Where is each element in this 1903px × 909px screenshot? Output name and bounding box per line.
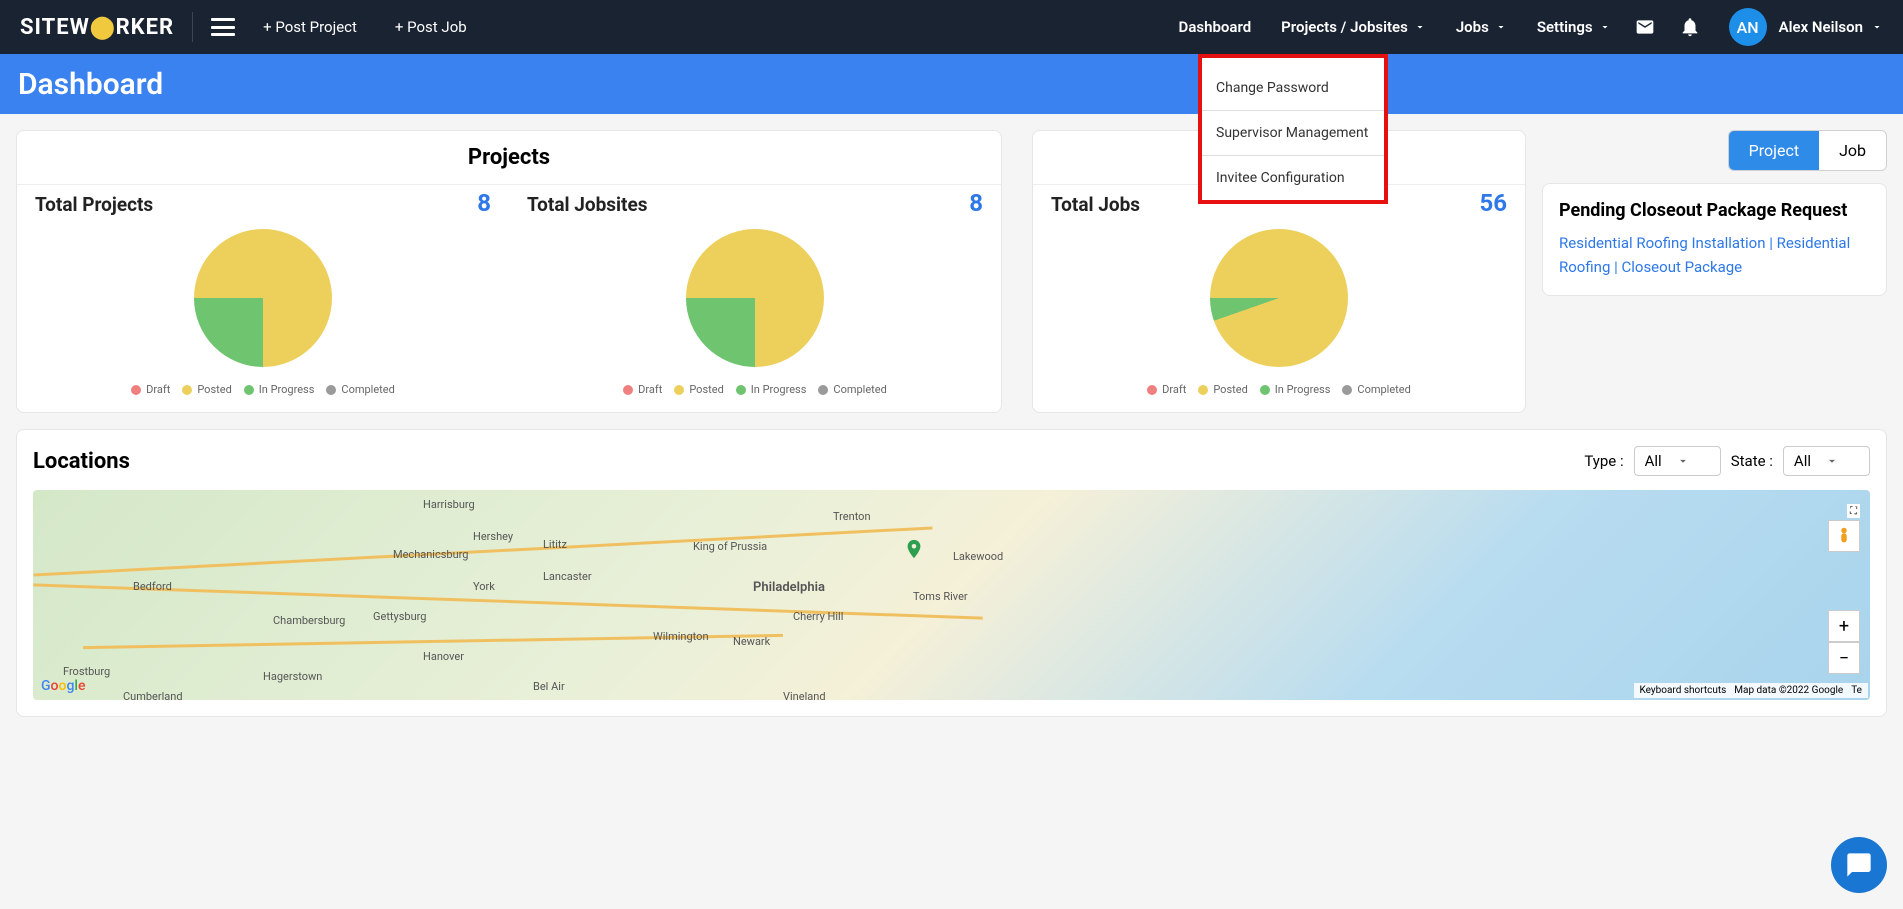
total-projects-panel: Total Projects 8 Draft Posted In Progres… — [17, 185, 509, 412]
fullscreen-icon[interactable]: ⛶ — [1847, 504, 1860, 518]
locations-title: Locations — [33, 449, 130, 474]
total-jobsites-count: 8 — [969, 189, 983, 217]
map-attribution: Keyboard shortcuts Map data ©2022 Google… — [1634, 683, 1868, 698]
main-content: Projects Total Projects 8 Draft Posted I… — [0, 114, 1903, 429]
map[interactable]: Harrisburg Hershey Lititz Lancaster York… — [33, 490, 1870, 700]
state-select[interactable]: All — [1783, 446, 1870, 476]
total-jobsites-panel: Total Jobsites 8 Draft Posted In Progres… — [509, 185, 1001, 412]
total-projects-count: 8 — [477, 189, 491, 217]
pending-request-link[interactable]: Residential Roofing Installation | Resid… — [1559, 231, 1870, 279]
settings-supervisor-management[interactable]: Supervisor Management — [1202, 110, 1384, 155]
post-project-link[interactable]: + Post Project — [263, 18, 357, 36]
menu-icon[interactable] — [211, 18, 235, 36]
legend-inprogress: In Progress — [244, 383, 315, 396]
google-logo: Google — [41, 678, 85, 694]
total-jobsites-label: Total Jobsites — [527, 193, 648, 216]
legend: Draft Posted In Progress Completed — [527, 383, 983, 396]
pending-title: Pending Closeout Package Request — [1559, 200, 1870, 221]
total-jobs-label: Total Jobs — [1051, 193, 1140, 216]
jobs-pie-chart — [1208, 227, 1350, 369]
legend-draft: Draft — [623, 383, 662, 396]
settings-invitee-configuration[interactable]: Invitee Configuration — [1202, 155, 1384, 200]
bell-icon[interactable] — [1679, 15, 1701, 39]
pending-closeout-box: Pending Closeout Package Request Residen… — [1542, 183, 1887, 296]
legend-inprogress: In Progress — [1260, 383, 1331, 396]
type-label: Type : — [1584, 452, 1623, 470]
user-menu[interactable]: Alex Neilson — [1779, 18, 1883, 36]
chat-button[interactable] — [1831, 837, 1887, 893]
nav-projects-jobsites[interactable]: Projects / Jobsites — [1281, 18, 1426, 36]
map-marker-icon[interactable] — [903, 535, 925, 563]
zoom-out-button[interactable]: − — [1828, 642, 1860, 674]
locations-card: Locations Type : All State : All Harrisb… — [16, 429, 1887, 717]
toggle-job[interactable]: Job — [1819, 131, 1886, 170]
top-nav: SITEW⬤RKER + Post Project + Post Job Das… — [0, 0, 1903, 54]
right-panel: Project Job Pending Closeout Package Req… — [1542, 130, 1887, 413]
legend: Draft Posted In Progress Completed — [35, 383, 491, 396]
post-job-link[interactable]: + Post Job — [395, 18, 467, 36]
keyboard-shortcuts-link[interactable]: Keyboard shortcuts — [1640, 685, 1727, 696]
legend-completed: Completed — [326, 383, 394, 396]
zoom-in-button[interactable]: + — [1828, 610, 1860, 642]
projects-header: Projects — [17, 131, 1001, 185]
legend-posted: Posted — [182, 383, 231, 396]
nav-settings[interactable]: Settings — [1537, 18, 1611, 36]
chevron-down-icon — [1414, 21, 1426, 33]
settings-change-password[interactable]: Change Password — [1202, 58, 1384, 110]
legend-completed: Completed — [1342, 383, 1410, 396]
chevron-down-icon — [1825, 454, 1839, 468]
total-jobs-panel: Total Jobs 56 Draft Posted In Progress C… — [1033, 185, 1525, 412]
brand-logo[interactable]: SITEW⬤RKER — [20, 15, 174, 40]
nav-jobs[interactable]: Jobs — [1456, 18, 1507, 36]
page-header: Dashboard — [0, 54, 1903, 114]
projects-pie-chart — [192, 227, 334, 369]
state-label: State : — [1731, 452, 1773, 470]
project-job-toggle: Project Job — [1728, 130, 1887, 171]
divider — [192, 12, 193, 42]
mail-icon[interactable] — [1633, 17, 1657, 37]
page-title: Dashboard — [18, 67, 163, 102]
terms-link[interactable]: Te — [1851, 685, 1862, 696]
streetview-icon[interactable] — [1828, 520, 1860, 552]
legend-draft: Draft — [131, 383, 170, 396]
legend-completed: Completed — [818, 383, 886, 396]
legend-draft: Draft — [1147, 383, 1186, 396]
chevron-down-icon — [1599, 21, 1611, 33]
chat-icon — [1845, 851, 1873, 879]
total-jobs-count: 56 — [1479, 189, 1507, 217]
total-projects-label: Total Projects — [35, 193, 153, 216]
type-select[interactable]: All — [1634, 446, 1721, 476]
chevron-down-icon — [1871, 21, 1883, 33]
legend-inprogress: In Progress — [736, 383, 807, 396]
map-data-text: Map data ©2022 Google — [1734, 685, 1843, 696]
toggle-project[interactable]: Project — [1729, 131, 1819, 170]
chevron-down-icon — [1676, 454, 1690, 468]
legend: Draft Posted In Progress Completed — [1051, 383, 1507, 396]
legend-posted: Posted — [674, 383, 723, 396]
settings-dropdown: Change Password Supervisor Management In… — [1198, 54, 1388, 204]
jobsites-pie-chart — [684, 227, 826, 369]
chevron-down-icon — [1495, 21, 1507, 33]
projects-card: Projects Total Projects 8 Draft Posted I… — [16, 130, 1002, 413]
nav-dashboard[interactable]: Dashboard — [1179, 18, 1252, 36]
legend-posted: Posted — [1198, 383, 1247, 396]
avatar[interactable]: AN — [1729, 8, 1767, 46]
